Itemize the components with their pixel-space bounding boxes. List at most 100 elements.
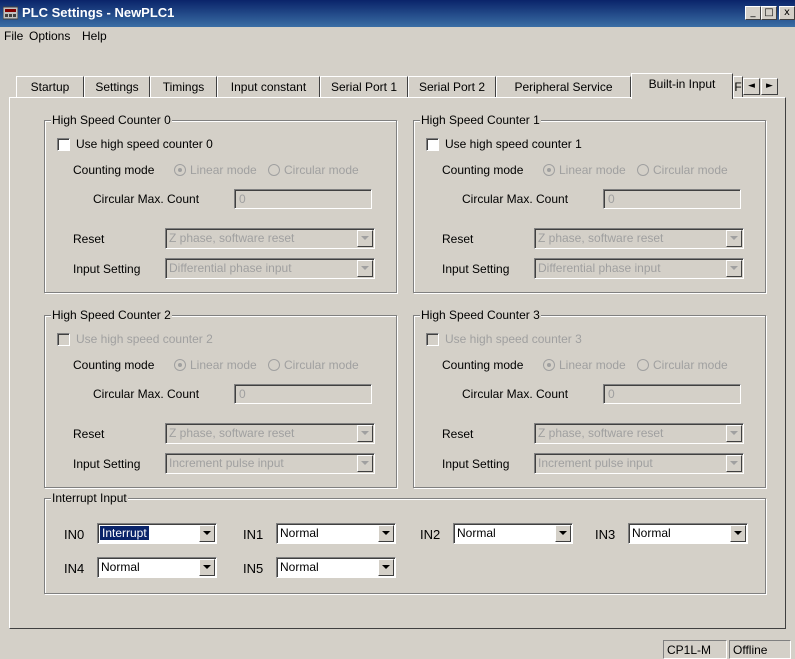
linear-mode-radio[interactable] (543, 359, 555, 371)
plc-app-icon (3, 6, 18, 20)
tab-scroll-right-icon[interactable]: ► (761, 78, 778, 95)
interrupt-in1-label: IN1 (243, 527, 264, 542)
chevron-down-icon[interactable] (199, 525, 215, 542)
chevron-down-icon[interactable] (730, 525, 746, 542)
interrupt-in3-value: Normal (632, 526, 671, 540)
interrupt-in2-value: Normal (457, 526, 496, 540)
tab-input-constant[interactable]: Input constant (217, 76, 320, 97)
circular-mode-radio[interactable] (637, 359, 649, 371)
reset-select[interactable]: Z phase, software reset (534, 423, 744, 444)
circular-mode-radio[interactable] (268, 164, 280, 176)
linear-mode-label: Linear mode (190, 358, 257, 372)
linear-mode-label: Linear mode (559, 163, 626, 177)
circular-max-count-input[interactable]: 0 (234, 384, 372, 404)
reset-select[interactable]: Z phase, software reset (534, 228, 744, 249)
interrupt-in0-select[interactable]: Interrupt (97, 523, 217, 544)
tab-serial-port-1[interactable]: Serial Port 1 (320, 76, 408, 97)
chevron-down-icon[interactable] (378, 559, 394, 576)
interrupt-in4-label: IN4 (64, 561, 85, 576)
counting-mode-label: Counting mode (442, 163, 524, 177)
menu-help[interactable]: Help (82, 29, 107, 43)
circular-mode-label: Circular mode (284, 163, 359, 177)
input-setting-select[interactable]: Differential phase input (165, 258, 375, 279)
circular-max-count-label: Circular Max. Count (93, 387, 200, 401)
input-setting-value: Increment pulse input (169, 456, 284, 470)
title-bar: PLC Settings - NewPLC1 _ □ x (0, 0, 795, 27)
circular-max-count-label: Circular Max. Count (462, 387, 569, 401)
interrupt-in5-label: IN5 (243, 561, 264, 576)
linear-mode-radio[interactable] (174, 359, 186, 371)
chevron-down-icon[interactable] (726, 230, 742, 247)
chevron-down-icon[interactable] (357, 260, 373, 277)
circular-mode-label: Circular mode (284, 358, 359, 372)
circular-max-count-input[interactable]: 0 (603, 384, 741, 404)
use-counter-label: Use high speed counter 1 (445, 137, 582, 151)
counter-legend: High Speed Counter 3 (420, 308, 541, 322)
tab-scroll-left-icon[interactable]: ◄ (743, 78, 760, 95)
chevron-down-icon[interactable] (378, 525, 394, 542)
circular-mode-radio[interactable] (637, 164, 649, 176)
use-counter-label: Use high speed counter 0 (76, 137, 213, 151)
reset-label: Reset (73, 232, 105, 246)
tab-serial-port-2[interactable]: Serial Port 2 (408, 76, 496, 97)
menu-file[interactable]: File (4, 29, 23, 43)
use-counter-3-checkbox[interactable] (426, 333, 439, 346)
tab-startup[interactable]: Startup (16, 76, 84, 97)
minimize-button[interactable]: _ (745, 6, 761, 20)
circular-max-count-label: Circular Max. Count (462, 192, 569, 206)
circular-mode-radio[interactable] (268, 359, 280, 371)
interrupt-in3-select[interactable]: Normal (628, 523, 748, 544)
maximize-button[interactable]: □ (761, 6, 777, 20)
reset-label: Reset (442, 427, 474, 441)
input-setting-select[interactable]: Increment pulse input (165, 453, 375, 474)
menu-options[interactable]: Options (29, 29, 70, 43)
input-setting-select[interactable]: Differential phase input (534, 258, 744, 279)
circular-max-count-label: Circular Max. Count (93, 192, 200, 206)
input-setting-value: Differential phase input (169, 261, 292, 275)
use-counter-label: Use high speed counter 3 (445, 332, 582, 346)
chevron-down-icon[interactable] (726, 260, 742, 277)
linear-mode-label: Linear mode (190, 163, 257, 177)
chevron-down-icon[interactable] (357, 425, 373, 442)
interrupt-in5-value: Normal (280, 560, 319, 574)
input-setting-select[interactable]: Increment pulse input (534, 453, 744, 474)
tab-settings[interactable]: Settings (84, 76, 150, 97)
interrupt-in3-label: IN3 (595, 527, 616, 542)
input-setting-label: Input Setting (73, 457, 141, 471)
interrupt-in1-select[interactable]: Normal (276, 523, 396, 544)
tab-partial[interactable]: F (733, 76, 743, 97)
linear-mode-radio[interactable] (174, 164, 186, 176)
use-counter-2-checkbox[interactable] (57, 333, 70, 346)
reset-select[interactable]: Z phase, software reset (165, 423, 375, 444)
circular-max-count-input[interactable]: 0 (603, 189, 741, 209)
interrupt-input-legend: Interrupt Input (51, 491, 128, 505)
tab-peripheral-service[interactable]: Peripheral Service (496, 76, 631, 97)
use-counter-0-checkbox[interactable] (57, 138, 70, 151)
reset-select[interactable]: Z phase, software reset (165, 228, 375, 249)
linear-mode-radio[interactable] (543, 164, 555, 176)
close-button[interactable]: x (779, 6, 795, 20)
chevron-down-icon[interactable] (199, 559, 215, 576)
input-setting-value: Differential phase input (538, 261, 661, 275)
input-setting-label: Input Setting (442, 262, 510, 276)
counting-mode-label: Counting mode (73, 358, 155, 372)
interrupt-in2-select[interactable]: Normal (453, 523, 573, 544)
chevron-down-icon[interactable] (726, 455, 742, 472)
status-model: CP1L-M (663, 640, 727, 659)
counter-legend: High Speed Counter 1 (420, 113, 541, 127)
chevron-down-icon[interactable] (555, 525, 571, 542)
interrupt-in2-label: IN2 (420, 527, 441, 542)
circular-mode-label: Circular mode (653, 163, 728, 177)
window-title: PLC Settings - NewPLC1 (22, 5, 175, 20)
chevron-down-icon[interactable] (357, 455, 373, 472)
circular-max-count-input[interactable]: 0 (234, 189, 372, 209)
tab-built-in-input[interactable]: Built-in Input (631, 73, 733, 99)
interrupt-in4-select[interactable]: Normal (97, 557, 217, 578)
tab-timings[interactable]: Timings (150, 76, 217, 97)
interrupt-in4-value: Normal (101, 560, 140, 574)
interrupt-in5-select[interactable]: Normal (276, 557, 396, 578)
chevron-down-icon[interactable] (726, 425, 742, 442)
reset-label: Reset (73, 427, 105, 441)
use-counter-1-checkbox[interactable] (426, 138, 439, 151)
chevron-down-icon[interactable] (357, 230, 373, 247)
